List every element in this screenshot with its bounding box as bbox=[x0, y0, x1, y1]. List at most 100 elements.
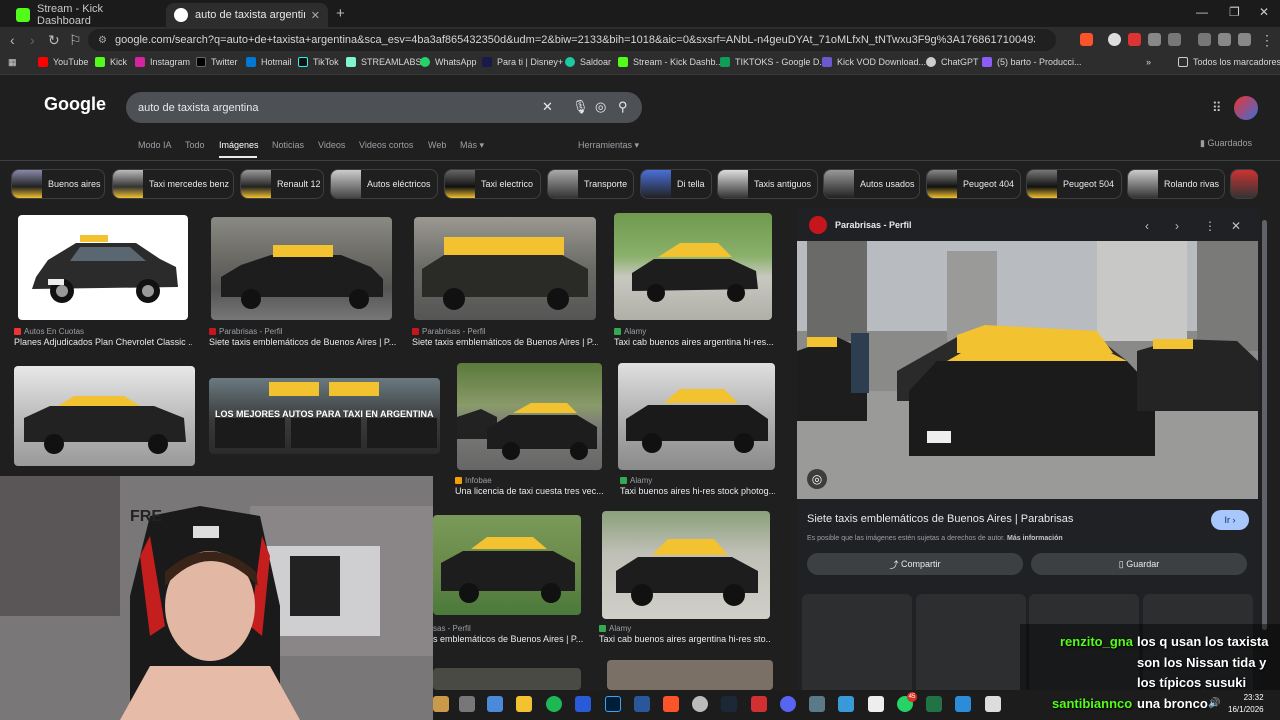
reload-icon[interactable]: ↻ bbox=[48, 32, 60, 49]
extension-icon[interactable] bbox=[1108, 33, 1121, 46]
spotify-icon[interactable] bbox=[546, 696, 562, 712]
previous-icon[interactable]: ‹ bbox=[1145, 219, 1149, 233]
mic-icon[interactable]: 🎙 bbox=[572, 99, 589, 115]
save-button[interactable]: ▯ Guardar bbox=[1031, 553, 1247, 575]
result-title[interactable]: Taxi cab buenos aires argentina hi-res..… bbox=[614, 337, 774, 347]
leo-icon[interactable] bbox=[1218, 33, 1231, 46]
maximize-icon[interactable]: ❐ bbox=[1229, 5, 1240, 19]
notes-icon[interactable] bbox=[487, 696, 503, 712]
result-image[interactable] bbox=[614, 213, 772, 320]
vpn-icon[interactable] bbox=[1238, 33, 1251, 46]
bookmark-whatsapp[interactable]: WhatsApp bbox=[420, 57, 477, 67]
chip-peugeot-504[interactable]: Peugeot 504 bbox=[1026, 169, 1122, 199]
all-bookmarks[interactable]: Todos los marcadores bbox=[1178, 57, 1280, 67]
system-clock[interactable]: 23:32 16/1/2026 bbox=[1228, 692, 1264, 716]
todo-icon[interactable] bbox=[955, 696, 971, 712]
close-window-icon[interactable]: ✕ bbox=[1259, 5, 1269, 19]
google-apps-icon[interactable]: ⠿ bbox=[1212, 100, 1222, 116]
chip-taxi-mercedes-benz[interactable]: Taxi mercedes benz bbox=[112, 169, 234, 199]
tab-noticias[interactable]: Noticias bbox=[272, 140, 304, 150]
chip-autos-usados[interactable]: Autos usados bbox=[823, 169, 920, 199]
more-bookmarks-icon[interactable]: » bbox=[1146, 57, 1151, 67]
excel-icon[interactable] bbox=[926, 696, 942, 712]
photoshop-icon[interactable] bbox=[605, 696, 621, 712]
bookmark-twitter[interactable]: Twitter bbox=[196, 57, 238, 67]
panel-source[interactable]: Parabrisas - Perfil bbox=[835, 220, 912, 230]
result-title[interactable]: Una licencia de taxi cuesta tres vec... bbox=[455, 486, 605, 496]
bookmark-saldoar[interactable]: Saldoar bbox=[565, 57, 611, 67]
bookmark-youtube[interactable]: YouTube bbox=[38, 57, 88, 67]
brave-icon[interactable] bbox=[663, 696, 679, 712]
chip-rolando-rivas[interactable]: Rolando rivas bbox=[1127, 169, 1225, 199]
tab-videos[interactable]: Videos bbox=[318, 140, 345, 150]
result-image[interactable] bbox=[607, 660, 773, 690]
result-image[interactable] bbox=[602, 511, 770, 619]
app-icon[interactable] bbox=[809, 696, 825, 712]
photos-icon[interactable] bbox=[838, 696, 854, 712]
visit-button[interactable]: Ir › bbox=[1211, 510, 1249, 530]
app-icon[interactable] bbox=[751, 696, 767, 712]
bookmark-icon[interactable]: ⚐ bbox=[69, 32, 82, 49]
result-image[interactable] bbox=[211, 217, 392, 320]
result-image[interactable] bbox=[433, 515, 581, 615]
tab-google-search[interactable]: auto de taxista argentina - Busca ✕ bbox=[166, 3, 328, 27]
bookmark-tiktoks-drive[interactable]: TIKTOKS - Google D... bbox=[720, 57, 827, 67]
result-title[interactable]: s emblemáticos de Buenos Aires | P... bbox=[433, 634, 593, 644]
more-options-icon[interactable]: ⋮ bbox=[1204, 219, 1216, 233]
extension-icon[interactable] bbox=[1128, 33, 1141, 46]
tab-imagenes[interactable]: Imágenes bbox=[219, 140, 259, 150]
bookmark-disney[interactable]: Para ti | Disney+ bbox=[482, 57, 563, 67]
tab-todo[interactable]: Todo bbox=[185, 140, 205, 150]
result-image[interactable] bbox=[18, 215, 188, 320]
bookmark-kick[interactable]: Kick bbox=[95, 57, 127, 67]
google-logo[interactable]: Google bbox=[44, 94, 106, 115]
panel-title[interactable]: Siete taxis emblemáticos de Buenos Aires… bbox=[807, 513, 1073, 525]
more-info-link[interactable]: Más información bbox=[1007, 535, 1063, 542]
chip-di-tella[interactable]: Di tella bbox=[640, 169, 712, 199]
close-tab-icon[interactable]: ✕ bbox=[311, 9, 320, 22]
capcut-icon[interactable] bbox=[868, 696, 884, 712]
sidebar-icon[interactable] bbox=[1168, 33, 1181, 46]
chip-autos-electricos[interactable]: Autos eléctricos bbox=[330, 169, 438, 199]
lens-icon[interactable]: ◎ bbox=[595, 99, 606, 115]
obs-icon[interactable] bbox=[692, 696, 708, 712]
discord-icon[interactable] bbox=[780, 696, 796, 712]
next-icon[interactable]: › bbox=[1175, 219, 1179, 233]
bookmark-instagram[interactable]: Instagram bbox=[135, 57, 190, 67]
tab-mas[interactable]: Más ▾ bbox=[460, 140, 484, 151]
clear-icon[interactable]: ✕ bbox=[542, 99, 553, 115]
apps-icon[interactable]: ▦ bbox=[8, 57, 17, 68]
bookmark-barto[interactable]: (5) barto - Producci... bbox=[982, 57, 1082, 67]
preview-image[interactable]: ◎ bbox=[797, 241, 1258, 499]
steam-icon[interactable] bbox=[721, 696, 737, 712]
address-bar[interactable]: ⚙ google.com/search?q=auto+de+taxista+ar… bbox=[88, 29, 1056, 51]
avatar[interactable] bbox=[1234, 96, 1258, 120]
chip-taxis-antiguos[interactable]: Taxis antiguos bbox=[717, 169, 818, 199]
result-image[interactable] bbox=[414, 217, 596, 320]
result-image[interactable]: LOS MEJORES AUTOS PARA TAXI EN ARGENTINA bbox=[209, 378, 440, 454]
chip-taxi-electrico[interactable]: Taxi electrico bbox=[444, 169, 541, 199]
word-icon[interactable] bbox=[634, 696, 650, 712]
bookmark-tiktok[interactable]: TikTok bbox=[298, 57, 339, 67]
site-info-icon[interactable]: ⚙ bbox=[98, 35, 107, 46]
chip-peugeot-404[interactable]: Peugeot 404 bbox=[926, 169, 1021, 199]
search-icon[interactable]: ⚲ bbox=[618, 99, 628, 115]
minimize-icon[interactable]: — bbox=[1196, 5, 1208, 19]
tab-kick-dashboard[interactable]: Stream - Kick Dashboard bbox=[8, 3, 164, 27]
menu-icon[interactable]: ⋮ bbox=[1260, 32, 1274, 49]
result-title[interactable]: Taxi cab buenos aires argentina hi-res s… bbox=[599, 634, 771, 644]
bookmark-chatgpt[interactable]: ChatGPT bbox=[926, 57, 979, 67]
scrollbar[interactable] bbox=[1262, 220, 1267, 630]
herramientas-button[interactable]: Herramientas ▾ bbox=[578, 140, 639, 151]
chip-transporte[interactable]: Transporte bbox=[547, 169, 634, 199]
back-icon[interactable]: ‹ bbox=[10, 32, 15, 48]
brave-shield-icon[interactable] bbox=[1080, 33, 1093, 46]
bookmark-streamlabs[interactable]: STREAMLABS bbox=[346, 57, 422, 67]
task-view-icon[interactable] bbox=[459, 696, 475, 712]
result-image[interactable] bbox=[457, 363, 602, 470]
lens-icon[interactable]: ◎ bbox=[807, 469, 827, 489]
result-image[interactable] bbox=[433, 668, 581, 690]
vscode-icon[interactable] bbox=[575, 696, 591, 712]
bookmark-hotmail[interactable]: Hotmail bbox=[246, 57, 292, 67]
share-button[interactable]: ⤴ Compartir bbox=[807, 553, 1023, 575]
